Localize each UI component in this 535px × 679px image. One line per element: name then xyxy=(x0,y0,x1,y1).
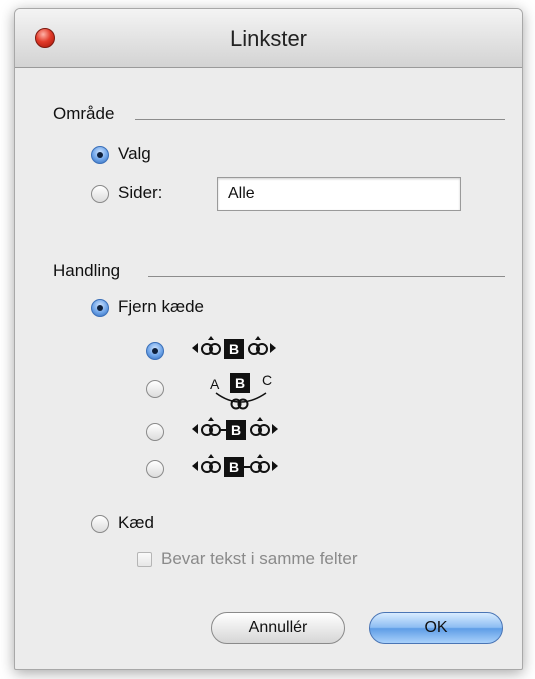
chain-left-linked-icon: B xyxy=(192,417,278,440)
keep-text-checkbox[interactable] xyxy=(137,552,152,567)
radio-selection-label: Valg xyxy=(118,144,151,163)
window-title: Linkster xyxy=(229,26,308,51)
radio-remove-chain[interactable] xyxy=(91,299,109,317)
radio-chain[interactable] xyxy=(91,515,109,533)
cancel-button[interactable]: Annullér xyxy=(211,612,345,644)
radio-selection[interactable] xyxy=(91,146,109,164)
ok-button[interactable]: OK xyxy=(369,612,503,644)
radio-remove-chain-label: Fjern kæde xyxy=(118,297,204,316)
radio-chain-option-2[interactable] xyxy=(146,380,164,398)
radio-chain-option-3[interactable] xyxy=(146,423,164,441)
section-area-divider xyxy=(135,119,505,120)
radio-pages-label: Sider: xyxy=(118,183,163,202)
section-action-divider xyxy=(148,276,505,277)
radio-chain-option-1[interactable] xyxy=(146,342,164,360)
radio-chain-label: Kæd xyxy=(118,513,154,532)
chain-both-sides-icon: B xyxy=(192,336,276,359)
chain-option-1-letter: B xyxy=(229,341,239,357)
section-action-label: Handling xyxy=(53,261,121,280)
chain-a-b-c-icon: A B C xyxy=(210,372,272,410)
chain-option-2-letter-a: A xyxy=(210,376,220,392)
title-bar: Linkster xyxy=(15,9,522,68)
chain-option-3-letter: B xyxy=(231,422,241,438)
linkster-dialog: Linkster Område Valg Sider: Handling Fje… xyxy=(14,8,523,670)
chain-option-2-letter-c: C xyxy=(262,372,272,388)
section-area-label: Område xyxy=(53,104,115,123)
radio-chain-option-4[interactable] xyxy=(146,460,164,478)
pages-input[interactable] xyxy=(217,177,461,211)
keep-text-label: Bevar tekst i samme felter xyxy=(161,549,358,568)
chain-right-linked-icon: B xyxy=(192,454,278,477)
radio-pages[interactable] xyxy=(91,185,109,203)
chain-option-4-letter: B xyxy=(229,459,239,475)
chain-option-2-letter-b: B xyxy=(235,375,245,391)
